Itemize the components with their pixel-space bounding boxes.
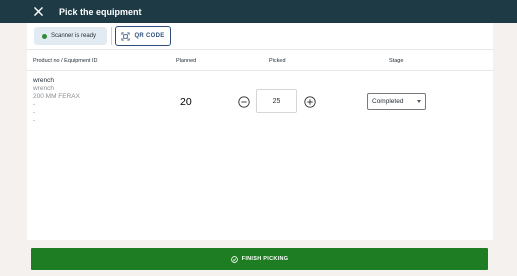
header-bar: Pick the equipment: [0, 0, 517, 23]
toolbar-divider: [111, 27, 112, 45]
close-button[interactable]: [28, 2, 48, 22]
qr-code-button[interactable]: QR CODE: [115, 26, 171, 46]
close-icon: [33, 7, 43, 16]
product-subtitle: wrench: [33, 85, 54, 92]
qr-code-label: QR CODE: [134, 33, 165, 39]
chevron-down-icon: [417, 100, 421, 103]
increase-button[interactable]: [304, 95, 316, 108]
scanner-status-badge: Scanner is ready: [34, 27, 107, 45]
page-title: Pick the equipment: [59, 6, 142, 17]
status-dot-icon: [42, 33, 47, 39]
product-detail: 200 MM FERAX: [33, 93, 80, 100]
check-circle-icon: [230, 255, 238, 263]
column-header-product: Product no / Equipment ID: [33, 58, 98, 64]
product-name: wrench: [33, 77, 54, 84]
picked-quantity-input[interactable]: [256, 89, 297, 113]
table-header: Product no / Equipment ID Planned Picked…: [27, 51, 493, 71]
picking-panel: Scanner is ready QR CODE Product no / Eq…: [27, 23, 493, 240]
planned-quantity: 20: [180, 96, 192, 108]
product-extra-2: -: [33, 109, 36, 116]
stage-selected-value: Completed: [372, 98, 404, 105]
plus-circle-icon: [304, 96, 316, 108]
column-header-stage: Stage: [389, 58, 404, 64]
table-row: wrench wrench 200 MM FERAX - - - 20 Comp…: [27, 72, 493, 132]
decrease-button[interactable]: [238, 95, 250, 108]
finish-picking-label: FINISH PICKING: [241, 256, 289, 262]
finish-picking-button[interactable]: FINISH PICKING: [31, 248, 488, 270]
qr-scan-icon: [121, 31, 130, 41]
stage-dropdown[interactable]: Completed: [367, 93, 426, 110]
product-extra-1: -: [33, 101, 36, 108]
minus-circle-icon: [238, 96, 250, 108]
column-header-picked: Picked: [269, 58, 286, 64]
product-extra-3: -: [33, 117, 36, 124]
scanner-toolbar: Scanner is ready QR CODE: [27, 23, 493, 50]
scanner-status-text: Scanner is ready: [51, 33, 97, 39]
column-header-planned: Planned: [176, 58, 197, 64]
